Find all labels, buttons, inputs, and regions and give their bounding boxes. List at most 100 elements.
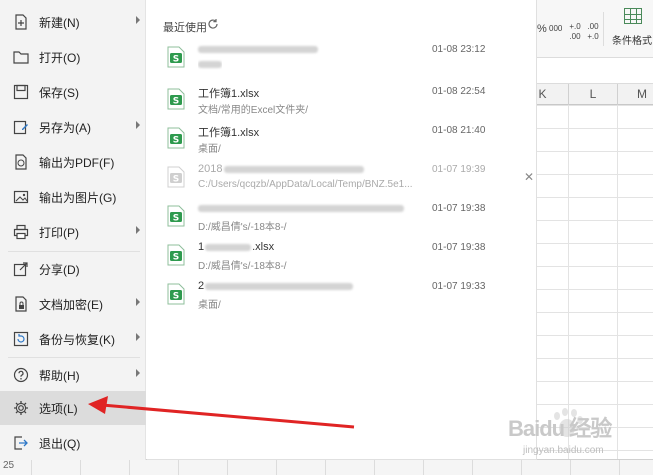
- submenu-arrow-icon: [136, 226, 140, 234]
- file-path: 桌面/: [198, 144, 221, 155]
- menu-item-label: 帮助(H): [39, 368, 80, 383]
- file-path: 桌面/: [198, 300, 221, 311]
- pdf-icon: [12, 153, 30, 171]
- menu-item-label: 输出为图片(G): [39, 190, 117, 205]
- column-header-l[interactable]: L: [568, 84, 617, 106]
- file-name: 工作簿1.xlsx: [198, 127, 260, 139]
- file-path: D:/威昌倩's/-18本8-/: [198, 222, 287, 233]
- decrease-decimal-button[interactable]: .00 +.0: [586, 22, 600, 42]
- help-icon: [12, 366, 30, 384]
- image-icon: [12, 188, 30, 206]
- recent-file-item[interactable]: S 工作簿1.xlsx 桌面/ 01-08 21:40: [147, 122, 537, 160]
- new-file-icon: [12, 13, 30, 31]
- menu-item-help[interactable]: 帮助(H): [0, 358, 146, 392]
- menu-item-exit[interactable]: 退出(Q): [0, 426, 146, 460]
- refresh-icon[interactable]: [207, 18, 219, 33]
- submenu-arrow-icon: [136, 121, 140, 129]
- thousands-button[interactable]: 000: [549, 24, 562, 34]
- watermark-text: Baidu 经验: [508, 416, 612, 441]
- menu-item-save[interactable]: 保存(S): [0, 75, 146, 109]
- submenu-arrow-icon: [136, 16, 140, 24]
- column-headers: K L M: [537, 83, 653, 106]
- file-path: 文档/常用的Excel文件夹/: [198, 105, 309, 116]
- file-name: 1 .xlsx: [198, 241, 275, 253]
- close-icon[interactable]: ✕: [524, 170, 534, 184]
- file-name: [198, 43, 318, 55]
- recent-file-item[interactable]: S 2018 C:/Users/qcqzb/AppData/Local/Temp…: [147, 161, 537, 199]
- excel-file-icon: S: [167, 205, 185, 230]
- menu-item-label: 备份与恢复(K): [39, 332, 115, 347]
- backup-icon: [12, 330, 30, 348]
- file-name: 工作簿1.xlsx: [198, 88, 260, 100]
- menu-item-backup[interactable]: 备份与恢复(K): [0, 322, 146, 356]
- save-as-icon: [12, 118, 30, 136]
- menu-item-label: 打印(P): [39, 225, 79, 240]
- conditional-format-icon[interactable]: [624, 8, 642, 24]
- menu-item-share[interactable]: 分享(D): [0, 252, 146, 286]
- excel-file-icon: S: [167, 46, 185, 71]
- increase-decimal-button[interactable]: +.0 .00: [568, 22, 582, 42]
- menu-item-label: 新建(N): [39, 15, 80, 30]
- submenu-arrow-icon: [136, 298, 140, 306]
- menu-item-label: 退出(Q): [39, 436, 81, 451]
- menu-item-label: 分享(D): [39, 262, 80, 277]
- encrypt-icon: [12, 295, 30, 313]
- menu-item-label: 打开(O): [39, 50, 81, 65]
- file-path: C:/Users/qcqzb/AppData/Local/Temp/BNZ.5e…: [198, 179, 413, 190]
- menu-item-export-image[interactable]: 输出为图片(G): [0, 180, 146, 214]
- recent-file-item[interactable]: S 1 .xlsx D:/威昌倩's/-18本8-/ 01-07 19:38: [147, 239, 537, 277]
- svg-text:S: S: [173, 175, 179, 185]
- svg-text:S: S: [173, 136, 179, 146]
- recent-title: 最近使用: [163, 22, 207, 34]
- recent-file-item[interactable]: S D:/威昌倩's/-18本8-/ 01-07 19:38: [147, 200, 537, 238]
- percent-button[interactable]: %: [537, 24, 547, 35]
- menu-item-export-pdf[interactable]: 输出为PDF(F): [0, 145, 146, 179]
- gear-icon: [12, 399, 30, 417]
- menu-item-print[interactable]: 打印(P): [0, 215, 146, 249]
- submenu-arrow-icon: [136, 369, 140, 377]
- watermark-url: jingyan.baidu.com: [523, 445, 604, 456]
- menu-item-label: 输出为PDF(F): [39, 155, 115, 170]
- column-header-m[interactable]: M: [617, 84, 653, 106]
- file-date: 01-08 22:54: [432, 86, 486, 97]
- svg-text:S: S: [173, 292, 179, 302]
- excel-file-icon: S: [167, 244, 185, 269]
- svg-text:S: S: [173, 97, 179, 107]
- exit-icon: [12, 434, 30, 452]
- file-name: 2018: [198, 163, 365, 175]
- file-date: 01-07 19:39: [432, 164, 486, 175]
- conditional-format-label[interactable]: 条件格式: [612, 32, 652, 47]
- menu-item-label: 另存为(A): [39, 120, 91, 135]
- file-menu: 新建(N) 打开(O) 保存(S) 另存为(A) 输出为PDF(F) 输出为图片…: [0, 0, 146, 460]
- print-icon: [12, 223, 30, 241]
- menu-item-options[interactable]: 选项(L): [0, 391, 146, 425]
- share-icon: [12, 260, 30, 278]
- menu-item-new[interactable]: 新建(N): [0, 5, 146, 39]
- open-folder-icon: [12, 48, 30, 66]
- file-date: 01-07 19:38: [432, 203, 486, 214]
- menu-item-label: 选项(L): [39, 401, 78, 416]
- menu-item-label: 文档加密(E): [39, 297, 103, 312]
- file-date: 01-07 19:38: [432, 242, 486, 253]
- file-name: [198, 202, 404, 214]
- recent-files-panel: 最近使用 S 01-08 23:12 S 工作簿1.xlsx 文档/常用的Exc…: [147, 0, 537, 460]
- file-name: 2: [198, 280, 354, 292]
- menu-item-save-as[interactable]: 另存为(A): [0, 110, 146, 144]
- file-path: [198, 59, 222, 70]
- recent-file-item[interactable]: S 01-08 23:12: [147, 41, 537, 79]
- recent-file-item[interactable]: S 工作簿1.xlsx 文档/常用的Excel文件夹/ 01-08 22:54: [147, 83, 537, 121]
- ribbon-divider: [603, 12, 604, 46]
- save-icon: [12, 83, 30, 101]
- bottom-row-cells[interactable]: [0, 459, 653, 475]
- menu-item-open[interactable]: 打开(O): [0, 40, 146, 74]
- excel-file-icon: S: [167, 88, 185, 113]
- file-date: 01-08 21:40: [432, 125, 486, 136]
- file-path: D:/威昌倩's/-18本8-/: [198, 261, 287, 272]
- svg-text:S: S: [173, 214, 179, 224]
- file-date: 01-08 23:12: [432, 44, 486, 55]
- svg-text:S: S: [173, 253, 179, 263]
- recent-file-item[interactable]: S 2 桌面/ 01-07 19:33: [147, 278, 537, 316]
- submenu-arrow-icon: [136, 333, 140, 341]
- menu-item-encrypt[interactable]: 文档加密(E): [0, 287, 146, 321]
- menu-item-label: 保存(S): [39, 85, 79, 100]
